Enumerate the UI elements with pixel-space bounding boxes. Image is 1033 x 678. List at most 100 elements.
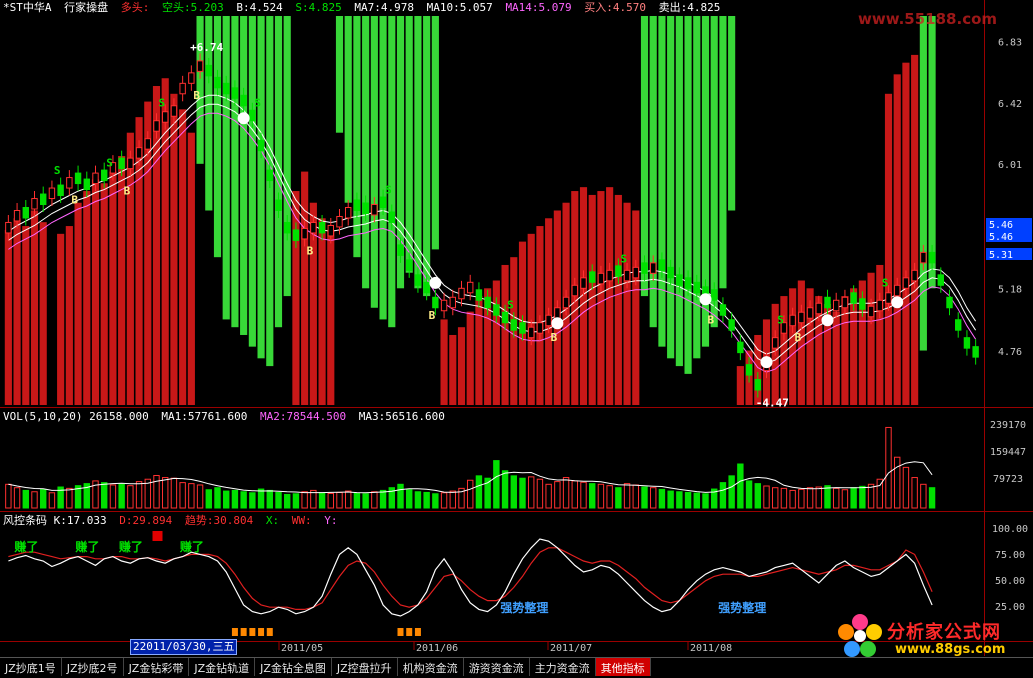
site-logo: 分析家公式网 www.88gs.com xyxy=(835,612,1031,660)
candle-body xyxy=(371,204,378,216)
candle-body xyxy=(536,322,544,334)
candle-body xyxy=(850,292,857,304)
candle-body xyxy=(74,172,82,185)
red-bar xyxy=(867,272,875,405)
green-bar xyxy=(362,16,370,289)
candle-body xyxy=(571,284,578,297)
tab-4[interactable]: JZ金钻轨道 xyxy=(189,658,256,676)
candle-body xyxy=(188,72,195,84)
orange-marker xyxy=(231,628,238,636)
ind-ww-value: WW: xyxy=(291,514,312,527)
volume-bar xyxy=(702,493,709,509)
smiley-icon xyxy=(551,317,564,330)
tab-7[interactable]: 机构资金流 xyxy=(398,658,464,676)
tab-8[interactable]: 游资资金流 xyxy=(464,658,530,676)
green-bar xyxy=(222,16,230,320)
buy-mark: B xyxy=(307,244,314,257)
candle-body xyxy=(606,269,613,282)
volume-bar xyxy=(806,487,814,509)
price-tick-label: 5.18 xyxy=(998,284,1022,295)
candle-body xyxy=(815,302,822,315)
candle-body xyxy=(292,229,300,241)
volume-tick-label: 159447 xyxy=(990,447,1026,458)
ind-trend-value: 趋势:30.804 xyxy=(184,514,254,527)
green-bar xyxy=(719,16,727,289)
tab-3[interactable]: JZ金钻彩带 xyxy=(124,658,190,676)
red-bar xyxy=(13,218,21,405)
candle-body xyxy=(806,307,814,319)
volume-bar xyxy=(641,486,648,509)
candle-body xyxy=(902,277,910,289)
candle-body xyxy=(955,319,962,331)
volume-bar xyxy=(223,490,230,509)
volume-bar xyxy=(449,490,456,509)
candle-body xyxy=(257,139,265,152)
candle-body xyxy=(615,265,622,277)
candle-body xyxy=(135,147,143,159)
candle-body xyxy=(22,207,29,219)
symbol-name[interactable]: *ST中华A xyxy=(3,1,52,14)
volume-bar xyxy=(772,487,779,509)
earned-label: 赚了 xyxy=(13,539,38,554)
green-bar xyxy=(335,16,344,133)
green-bar xyxy=(379,16,387,320)
red-bar xyxy=(466,311,474,405)
vol-ma3: MA3:56516.600 xyxy=(358,410,445,423)
chart-stage[interactable]: B B B B B B B B S S S S S S S S S +6.74 -4.47 赚了 赚了 赚了 赚了 强势整理… xyxy=(0,0,1033,676)
red-bar xyxy=(884,93,893,406)
volume-bar xyxy=(780,487,788,509)
candle-body xyxy=(510,319,517,331)
candle-body xyxy=(867,305,875,318)
tab-10[interactable]: 其他指标 xyxy=(595,658,651,676)
volume-bar xyxy=(336,491,343,509)
volume-bar xyxy=(623,483,631,509)
volume-bar xyxy=(118,483,125,509)
sell-mark: S xyxy=(159,97,166,110)
volume-bar xyxy=(545,483,552,509)
candle-body xyxy=(449,296,456,309)
candle-body xyxy=(83,178,90,191)
candle-body xyxy=(754,379,761,391)
candle-body xyxy=(789,314,796,327)
indicator-tick-label: 75.00 xyxy=(995,550,1025,561)
red-bar xyxy=(65,226,73,405)
tab-1[interactable]: JZ抄底1号 xyxy=(0,658,62,676)
candle-body xyxy=(519,322,526,334)
date-tooltip: 22011/03/30,三五 xyxy=(130,639,238,655)
orange-marker xyxy=(249,628,256,636)
volume-bar xyxy=(719,482,727,509)
tab-6[interactable]: JZ控盘拉升 xyxy=(332,658,398,676)
red-bar xyxy=(588,194,596,405)
price-tick-label: 6.42 xyxy=(998,99,1022,110)
candle-body xyxy=(963,337,971,349)
tab-2[interactable]: JZ抄底2号 xyxy=(62,658,124,676)
candlesticks xyxy=(5,53,979,398)
volume-bar xyxy=(833,487,840,509)
candle-body xyxy=(275,199,282,211)
smiley-icon xyxy=(429,276,442,289)
candle-body xyxy=(928,251,936,264)
volume-bar xyxy=(179,482,186,509)
tab-9[interactable]: 主力资金流 xyxy=(530,658,596,676)
volume-bar xyxy=(824,485,831,509)
volume-bar xyxy=(850,487,857,509)
volume-bar xyxy=(371,491,378,509)
chart-canvas[interactable]: BBBBBBBBSSS SSSSSS+6.74-4.47 赚了 赚了 赚了 赚了强势整理… xyxy=(0,0,1033,675)
candle-body xyxy=(946,296,953,309)
candle-body xyxy=(231,87,239,99)
green-bar xyxy=(684,16,692,374)
volume-bar xyxy=(379,489,387,509)
volume-bar xyxy=(667,490,674,509)
volume-bar xyxy=(31,491,38,509)
red-bar xyxy=(527,233,535,405)
tab-5[interactable]: JZ金钻全息图 xyxy=(255,658,332,676)
green-bar xyxy=(231,16,239,328)
sell-mark: S xyxy=(106,157,113,170)
volume-bar xyxy=(841,489,849,509)
candle-body xyxy=(719,304,727,316)
candle-body xyxy=(205,64,212,77)
candle-body xyxy=(31,198,38,210)
volume-bar xyxy=(362,493,369,509)
orange-marker xyxy=(406,628,413,636)
earned-label: 赚了 xyxy=(74,539,99,554)
